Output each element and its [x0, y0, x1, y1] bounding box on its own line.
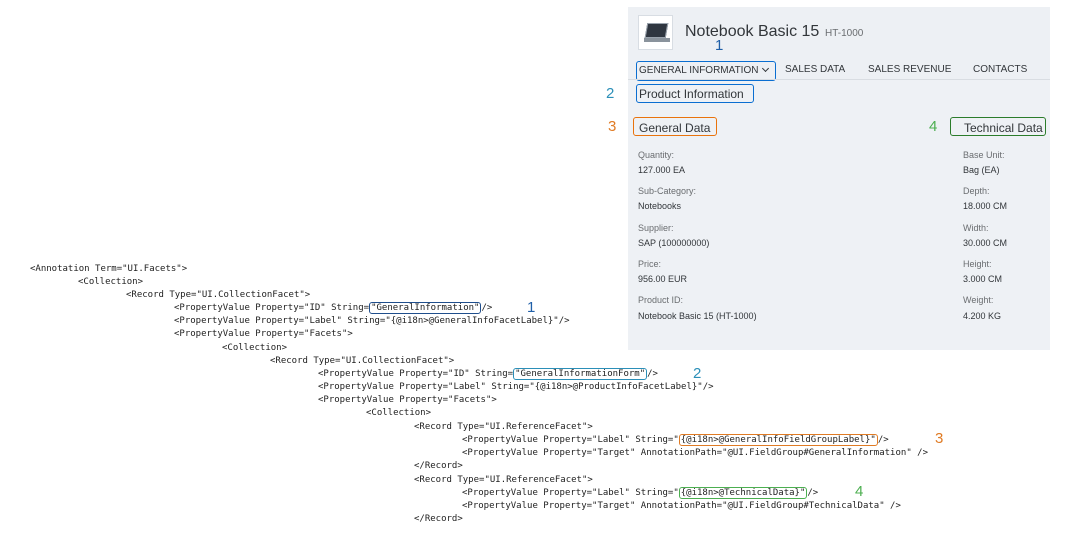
code-line-13: <Record Type="UI.ReferenceFacet">	[414, 422, 593, 432]
code-line-11: <PropertyValue Property="Facets">	[318, 395, 497, 405]
code-highlight-2: "GeneralInformationForm"	[513, 368, 648, 380]
field-label-price: Price:	[638, 259, 662, 269]
code-line-4: <PropertyValue Property="ID" String= "Gen…	[174, 302, 493, 314]
code-line-10: <PropertyValue Property="Label" String="…	[318, 382, 714, 392]
code-line-19: <PropertyValue Property="Target" Annotat…	[462, 501, 901, 511]
field-label-product-id: Product ID:	[638, 295, 684, 305]
code-line-5: <PropertyValue Property="Label" String="…	[174, 316, 570, 326]
field-value-width: 30.000 CM	[963, 238, 1008, 248]
field-value-supplier: SAP (100000000)	[638, 238, 710, 248]
field-value-product-id: Notebook Basic 15 (HT-1000)	[638, 311, 757, 321]
code-line-15: <PropertyValue Property="Target" Annotat…	[462, 448, 928, 458]
page-title: Notebook Basic 15	[685, 23, 820, 40]
code-line-20: </Record>	[414, 514, 463, 524]
tab-contacts[interactable]: CONTACTS	[973, 61, 1027, 81]
code-line-8: <Record Type="UI.CollectionFacet">	[270, 356, 455, 366]
page-subtitle: HT-1000	[825, 28, 864, 39]
code-line-7: <Collection>	[222, 343, 288, 353]
code-line-2: <Collection>	[78, 277, 144, 287]
code-highlight-1: "GeneralInformation"	[369, 302, 482, 314]
field-value-base-unit: Bag (EA)	[963, 165, 1000, 175]
field-value-depth: 18.000 CM	[963, 201, 1008, 211]
code-line-9: <PropertyValue Property="ID" String= "Gen…	[318, 368, 658, 380]
code-line-3: <Record Type="UI.CollectionFacet">	[126, 290, 311, 300]
tab-general-information[interactable]: GENERAL INFORMATION	[636, 61, 776, 81]
tab-label: GENERAL INFORMATION	[639, 65, 759, 76]
field-label-base-unit: Base Unit:	[963, 150, 1005, 160]
callout-1-tab: 1	[715, 37, 724, 54]
field-value-weight: 4.200 KG	[963, 311, 1002, 321]
code-callout-1: 1	[527, 299, 536, 316]
field-value-height: 3.000 CM	[963, 274, 1003, 284]
field-value-price: 956.00 EUR	[638, 274, 688, 284]
code-line-18: <PropertyValue Property="Label" String="…	[462, 487, 819, 499]
code-callout-4: 4	[855, 483, 864, 500]
callout-3-subsection: 3	[608, 118, 617, 135]
subsection-general-data: General Data	[633, 117, 717, 136]
code-callout-3: 3	[935, 430, 944, 447]
tab-bar: GENERAL INFORMATION SALES DATA SALES REV…	[628, 59, 1050, 81]
laptop-icon	[638, 15, 673, 50]
code-line-17: <Record Type="UI.ReferenceFacet">	[414, 475, 593, 485]
section-product-information: Product Information	[636, 84, 754, 103]
field-label-width: Width:	[963, 223, 989, 233]
code-highlight-4: {@i18n>@TechnicalData}"	[678, 487, 808, 499]
field-label-height: Height:	[963, 259, 992, 269]
field-label-depth: Depth:	[963, 186, 990, 196]
callout-2-section: 2	[606, 85, 615, 102]
subsection-technical-data: Technical Data	[950, 117, 1046, 136]
field-value-quantity: 127.000 EA	[638, 165, 686, 175]
code-callout-2: 2	[693, 365, 702, 382]
tab-divider	[628, 79, 1050, 80]
field-label-quantity: Quantity:	[638, 150, 675, 160]
code-line-16: </Record>	[414, 461, 463, 471]
code-highlight-3: {@i18n>@GeneralInfoFieldGroupLabel}"	[678, 434, 878, 446]
code-line-6: <PropertyValue Property="Facets">	[174, 329, 353, 339]
object-page-panel: Notebook Basic 15 HT-1000 GENERAL INFORM…	[628, 7, 1050, 350]
tab-sales-revenue[interactable]: SALES REVENUE	[868, 61, 951, 81]
code-line-1: <Annotation Term="UI.Facets">	[30, 264, 188, 274]
object-page-header: Notebook Basic 15 HT-1000 GENERAL INFORM…	[628, 7, 1050, 81]
callout-4-subsection: 4	[929, 118, 938, 135]
tab-sales-data[interactable]: SALES DATA	[785, 61, 845, 81]
code-line-12: <Collection>	[366, 408, 432, 418]
field-label-sub-category: Sub-Category:	[638, 186, 697, 196]
field-label-supplier: Supplier:	[638, 223, 674, 233]
field-value-sub-category: Notebooks	[638, 201, 682, 211]
chevron-down-icon	[762, 64, 770, 73]
field-label-weight: Weight:	[963, 295, 994, 305]
code-line-14: <PropertyValue Property="Label" String="…	[462, 434, 889, 446]
